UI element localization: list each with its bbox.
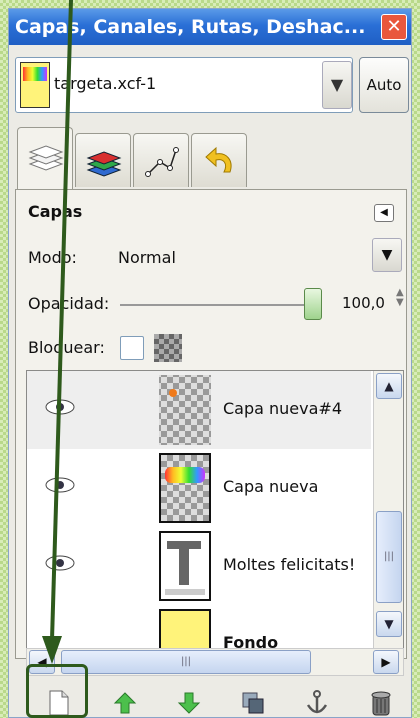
layer-row[interactable]: Moltes felicitats! — [27, 527, 371, 605]
image-selector-row: targeta.xcf-1 ▼ Auto — [13, 57, 409, 113]
dock-tabs — [17, 127, 407, 189]
eye-icon[interactable] — [43, 473, 77, 497]
eye-icon[interactable] — [43, 551, 77, 575]
opacity-label: Opacidad: — [28, 294, 110, 313]
scroll-thumb[interactable]: ||| — [376, 511, 402, 603]
image-selector-combo[interactable]: targeta.xcf-1 ▼ — [15, 57, 353, 113]
layer-thumbnail — [159, 453, 211, 523]
panel-menu-button[interactable]: ◀ — [374, 204, 394, 222]
layers-tab-icon — [28, 145, 64, 171]
layer-name[interactable]: Capa nueva#4 — [223, 399, 342, 418]
scroll-down-button[interactable]: ▼ — [376, 611, 402, 637]
paths-tab-icon — [145, 147, 179, 177]
lock-label: Bloquear: — [28, 338, 105, 357]
layer-thumbnail — [159, 609, 211, 651]
opacity-spinner[interactable]: ▲ ▼ — [396, 288, 404, 308]
anchor-layer-icon — [306, 690, 328, 714]
raise-layer-button[interactable] — [105, 683, 145, 717]
close-button[interactable]: ✕ — [381, 14, 407, 40]
eye-icon[interactable] — [43, 395, 77, 419]
image-name: targeta.xcf-1 — [54, 74, 157, 93]
vertical-scrollbar[interactable]: ▲ ||| ▼ — [373, 371, 403, 651]
mode-label: Modo: — [28, 248, 77, 267]
duplicate-layer-button[interactable] — [233, 683, 273, 717]
lock-pixels-checkbox[interactable] — [120, 336, 144, 360]
image-thumbnail — [20, 62, 50, 108]
panel-title: Capas — [28, 202, 83, 221]
layer-row[interactable]: Fondo — [27, 605, 371, 651]
layers-panel: Capas ◀ Modo: Normal ▼ Opacidad: 100,0 ▲… — [15, 189, 407, 676]
channels-tab-icon — [86, 151, 122, 177]
undo-history-tab-icon — [205, 146, 232, 173]
tab-undo-history[interactable] — [191, 133, 247, 187]
opacity-slider-track[interactable] — [120, 304, 310, 306]
duplicate-layer-icon — [242, 692, 264, 714]
lock-alpha-icon[interactable] — [154, 334, 182, 362]
raise-layer-icon — [113, 692, 137, 714]
lower-layer-icon — [177, 692, 201, 714]
new-layer-highlight — [26, 664, 88, 718]
layer-thumbnail — [159, 375, 211, 445]
auto-button[interactable]: Auto — [359, 57, 409, 113]
title-bar[interactable]: Capas, Canales, Rutas, Deshac... ✕ — [9, 9, 411, 45]
tab-layers[interactable] — [17, 127, 73, 189]
layer-name[interactable]: Capa nueva — [223, 477, 318, 496]
delete-layer-button[interactable] — [361, 683, 401, 717]
layers-dialog-window: Capas, Canales, Rutas, Deshac... ✕ targe… — [8, 8, 412, 718]
layer-name[interactable]: Moltes felicitats! — [223, 555, 355, 574]
scroll-up-button[interactable]: ▲ — [376, 373, 402, 399]
layers-list: Capa nueva#4 Capa nueva Moltes felicitat… — [26, 370, 404, 652]
layer-row[interactable]: Capa nueva#4 — [27, 371, 371, 449]
delete-layer-icon — [371, 691, 391, 716]
window-title: Capas, Canales, Rutas, Deshac... — [15, 16, 366, 38]
anchor-layer-button[interactable] — [297, 683, 337, 717]
tab-paths[interactable] — [133, 133, 189, 187]
mode-select-arrow[interactable]: ▼ — [372, 238, 402, 272]
mode-select-value[interactable]: Normal — [118, 248, 176, 267]
layer-row[interactable]: Capa nueva — [27, 449, 371, 527]
opacity-value[interactable]: 100,0 — [342, 294, 385, 312]
lower-layer-button[interactable] — [169, 683, 209, 717]
chevron-down-icon[interactable]: ▼ — [322, 61, 352, 109]
opacity-slider-handle[interactable] — [304, 288, 322, 320]
tab-channels[interactable] — [75, 133, 131, 187]
text-layer-icon — [159, 531, 211, 601]
